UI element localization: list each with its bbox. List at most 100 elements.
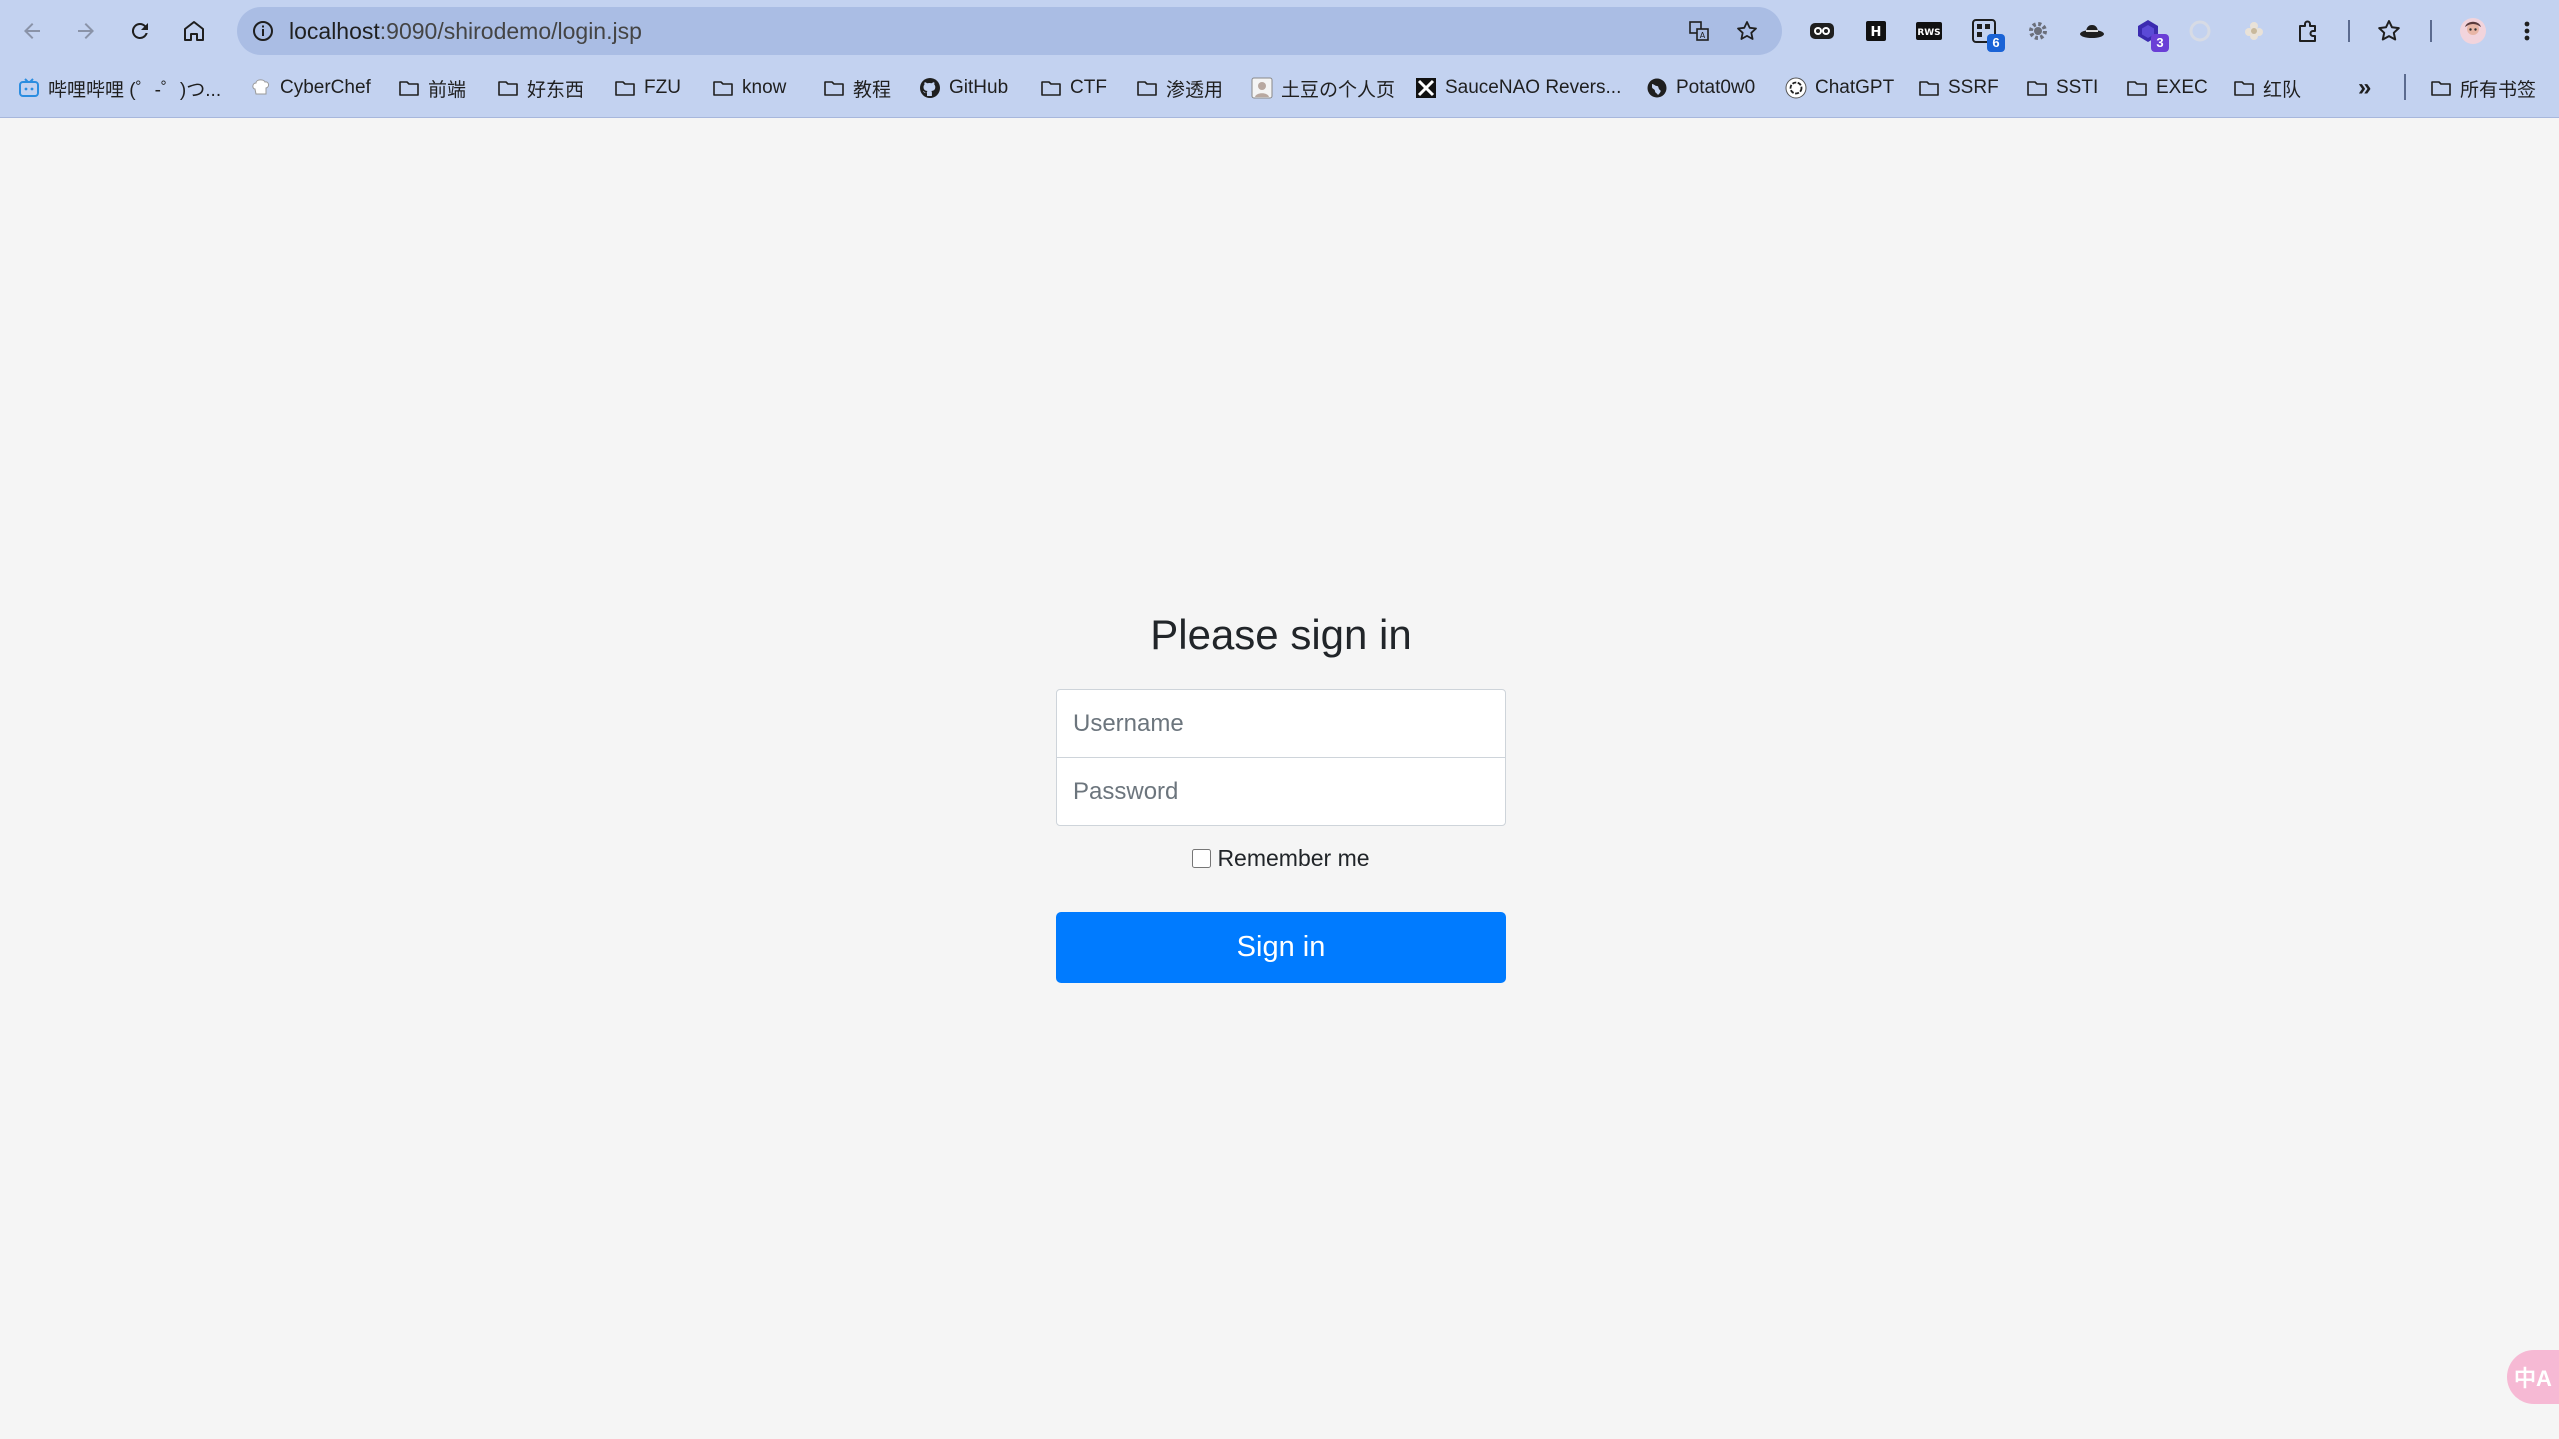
extensions-menu-button[interactable] (2293, 16, 2323, 46)
reload-button[interactable] (122, 13, 158, 49)
extension-7-badge: 3 (2151, 34, 2169, 52)
bookmark-label: SSRF (1948, 77, 1999, 98)
bookmark-label: 渗透用 (1166, 79, 1224, 101)
extension-1-button[interactable] (1807, 16, 1837, 46)
all-bookmarks-label: 所有书签 (2460, 79, 2537, 101)
all-bookmarks-button[interactable]: 所有书签 (2430, 66, 2536, 110)
saucenao-icon (1415, 77, 1437, 99)
bookmark-folder[interactable]: 红队 (2233, 66, 2301, 110)
bookmark-folder[interactable]: CTF (1040, 66, 1107, 110)
avatar-icon (1251, 77, 1273, 99)
bookmark-saucenao[interactable]: SauceNAO Revers... (1415, 66, 1621, 110)
profile-avatar-icon (2460, 18, 2486, 44)
address-bar[interactable]: localhost:9090/shirodemo/login.jsp A (237, 7, 1782, 55)
cyberchef-icon (250, 77, 272, 99)
bookmark-cyberchef[interactable]: CyberChef (250, 66, 371, 110)
bookmark-label: 前端 (428, 79, 467, 101)
extension-3-button[interactable]: RWS (1914, 16, 1944, 46)
url-path: :9090/shirodemo/login.jsp (379, 18, 642, 44)
circle-extension-icon (2189, 20, 2211, 42)
username-input[interactable] (1056, 689, 1506, 758)
folder-icon (2026, 77, 2048, 99)
page-title: Please sign in (1150, 611, 1412, 658)
bookmark-bilibili[interactable]: 哔哩哔哩 (゜-゜)つ... (18, 66, 221, 110)
hat-extension-icon (2080, 25, 2104, 38)
bookmark-label: FZU (644, 77, 681, 98)
extension-2-button[interactable]: H (1861, 16, 1891, 46)
folder-icon (2233, 77, 2255, 99)
forward-arrow-icon (78, 23, 94, 39)
bookmark-label: Potat0w0 (1676, 77, 1756, 98)
bookmark-label: 土豆の个人页 (1281, 79, 1396, 101)
flower-extension-icon (2245, 22, 2263, 40)
chevron-double-right-icon: » (2358, 74, 2372, 101)
bookmark-label: know (742, 77, 787, 98)
rws-extension-icon: RWS (1916, 22, 1942, 40)
extension-9-button[interactable] (2239, 16, 2269, 46)
extension-7-button[interactable]: 3 (2133, 16, 2169, 52)
translate-page-button[interactable]: A (1683, 15, 1715, 47)
bookmark-folder[interactable]: SSTI (2026, 66, 2098, 110)
home-button[interactable] (176, 13, 212, 49)
bookmark-folder[interactable]: EXEC (2126, 66, 2208, 110)
folder-icon (497, 77, 519, 99)
extension-8-button[interactable] (2185, 16, 2215, 46)
bookmark-label: CyberChef (280, 77, 371, 98)
forward-button[interactable] (68, 13, 104, 49)
folder-icon (1918, 77, 1940, 99)
github-icon (919, 77, 941, 99)
bilibili-icon (18, 77, 40, 99)
bookmarks-overflow-button[interactable]: » (2358, 66, 2371, 110)
translate-icon: A (1689, 21, 1709, 41)
extension-4-button[interactable]: 6 (1969, 16, 2005, 52)
back-button[interactable] (14, 13, 50, 49)
bookmark-folder[interactable]: FZU (614, 66, 681, 110)
gear-extension-icon (2029, 22, 2047, 40)
url-host: localhost (289, 18, 380, 44)
floating-translate-button[interactable]: 中A (2507, 1350, 2559, 1404)
site-info-button[interactable] (247, 15, 279, 47)
folder-icon (712, 77, 734, 99)
profile-button[interactable] (2458, 16, 2488, 46)
bookmark-folder[interactable]: 渗透用 (1136, 66, 1223, 110)
browser-chrome: localhost:9090/shirodemo/login.jsp A H R… (0, 0, 2559, 118)
browser-menu-button[interactable] (2512, 16, 2542, 46)
bookmark-label: GitHub (949, 77, 1009, 98)
hackbar-extension-icon: H (1866, 21, 1886, 41)
folder-icon (2430, 77, 2452, 99)
remember-me-checkbox[interactable] (1192, 849, 1212, 868)
bookmark-folder[interactable]: know (712, 66, 786, 110)
extension-5-button[interactable] (2023, 16, 2053, 46)
extension-6-button[interactable] (2077, 16, 2107, 46)
bookmarks-separator (2404, 74, 2406, 100)
remember-me-row[interactable]: Remember me (1056, 845, 1506, 872)
bookmark-label: 教程 (853, 79, 892, 101)
translate-icon: 中A (2514, 1366, 2552, 1391)
bookmark-folder[interactable]: 教程 (823, 66, 891, 110)
bookmark-github[interactable]: GitHub (919, 66, 1008, 110)
toolbar-separator (2348, 20, 2350, 42)
bookmark-folder[interactable]: 前端 (398, 66, 466, 110)
bookmark-folder[interactable]: SSRF (1918, 66, 1999, 110)
reload-icon (131, 22, 148, 39)
sign-in-button[interactable]: Sign in (1056, 912, 1506, 983)
svg-text:A: A (1700, 31, 1706, 40)
bookmark-potat0w0[interactable]: Potat0w0 (1646, 66, 1755, 110)
bookmark-chatgpt[interactable]: ChatGPT (1785, 66, 1894, 110)
password-input[interactable] (1056, 757, 1506, 826)
bookmarks-panel-button[interactable] (2374, 16, 2404, 46)
page-content: Please sign in Remember me Sign in 中A (0, 119, 2559, 1439)
remember-me-label: Remember me (1217, 845, 1370, 871)
folder-icon (823, 77, 845, 99)
star-list-icon (2378, 20, 2400, 41)
bookmark-label: 好东西 (527, 79, 585, 101)
home-icon (184, 21, 204, 41)
url-text[interactable]: localhost:9090/shirodemo/login.jsp (289, 7, 642, 55)
bookmark-tudou[interactable]: 土豆の个人页 (1251, 66, 1395, 110)
bookmark-folder[interactable]: 好东西 (497, 66, 584, 110)
bookmark-star-button[interactable] (1731, 15, 1763, 47)
bookmark-label: 红队 (2263, 79, 2302, 101)
kebab-menu-icon (2524, 21, 2530, 41)
info-icon (253, 21, 273, 41)
puzzle-icon (2299, 20, 2316, 42)
